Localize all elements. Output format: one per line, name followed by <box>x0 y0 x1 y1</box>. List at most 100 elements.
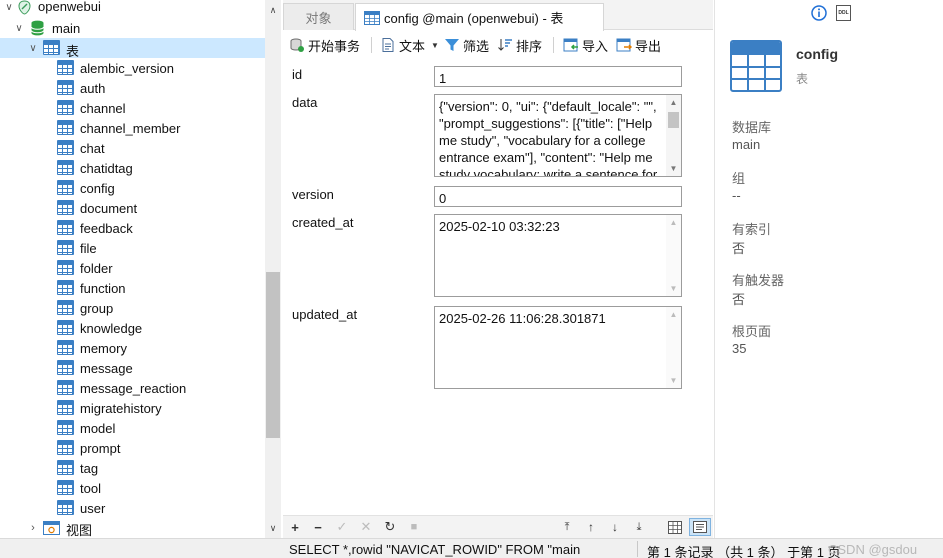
tree-table-item[interactable]: message_reaction <box>0 378 265 398</box>
tab-objects-label: 对象 <box>305 10 332 26</box>
document-icon <box>380 37 396 53</box>
data-field[interactable]: {"version": 0, "ui": {"default_locale": … <box>434 94 682 177</box>
tree-table-item[interactable]: tag <box>0 458 265 478</box>
version-value: 0 <box>439 191 447 206</box>
tree-table-item[interactable]: group <box>0 298 265 318</box>
first-record-icon[interactable]: ⤒ <box>559 519 575 535</box>
tree-table-item[interactable]: migratehistory <box>0 398 265 418</box>
form-view-icon[interactable] <box>689 518 711 536</box>
scroll-up-icon[interactable]: ▲ <box>666 216 681 229</box>
info-has-index-value: 否 <box>732 241 746 256</box>
dropdown-caret-icon[interactable]: ▼ <box>431 41 439 50</box>
begin-transaction-button[interactable]: 开始事务 <box>289 34 360 56</box>
stop-icon[interactable]: ■ <box>406 519 422 535</box>
tree-scrollbar-thumb[interactable] <box>266 272 280 438</box>
tree-table-item[interactable]: channel <box>0 98 265 118</box>
tree-scrollbar[interactable]: ∧ ∨ <box>265 0 281 538</box>
tree-table-item[interactable]: alembic_version <box>0 58 265 78</box>
text-view-button[interactable]: 文本 ▼ <box>380 34 439 56</box>
scroll-down-icon[interactable]: ▼ <box>666 162 681 175</box>
tree-table-item[interactable]: prompt <box>0 438 265 458</box>
id-field[interactable]: 1 <box>434 66 682 87</box>
tree-table-item[interactable]: user <box>0 498 265 518</box>
sort-icon <box>497 37 513 53</box>
grid-view-icon[interactable] <box>667 519 683 535</box>
record-editor: 对象 config @main (openwebui) - 表 开始事务 文本 … <box>283 0 713 538</box>
scroll-up-icon[interactable]: ▲ <box>666 308 681 321</box>
chevron-down-icon[interactable]: ∨ <box>3 1 15 13</box>
table-icon <box>57 220 74 235</box>
chevron-down-icon[interactable]: ∨ <box>27 42 39 54</box>
tab-config-table[interactable]: config @main (openwebui) - 表 <box>355 3 604 31</box>
tab-objects[interactable]: 对象 <box>283 3 354 30</box>
table-icon <box>57 500 74 515</box>
scroll-down-icon[interactable]: ▼ <box>666 282 681 295</box>
sort-button[interactable]: 排序 <box>497 34 542 56</box>
tree-table-item[interactable]: tool <box>0 478 265 498</box>
updated-at-scrollbar[interactable]: ▲ ▼ <box>666 307 681 388</box>
tree-table-item[interactable]: channel_member <box>0 118 265 138</box>
tree-table-item[interactable]: message <box>0 358 265 378</box>
scroll-down-icon[interactable]: ▼ <box>666 374 681 387</box>
begin-transaction-label: 开始事务 <box>308 38 361 54</box>
tree-table-label: message <box>80 361 133 376</box>
tree-views-group[interactable]: › 视图 <box>0 518 265 538</box>
info-database-value: main <box>732 137 761 152</box>
refresh-icon[interactable]: ↻ <box>382 519 398 535</box>
last-record-icon[interactable]: ⤓ <box>631 519 647 535</box>
tree-table-label: memory <box>80 341 127 356</box>
tree-table-item[interactable]: feedback <box>0 218 265 238</box>
tree-table-item[interactable]: file <box>0 238 265 258</box>
discard-changes-icon[interactable]: ✕ <box>358 519 374 535</box>
tree-table-item[interactable]: document <box>0 198 265 218</box>
tree-table-item[interactable]: config <box>0 178 265 198</box>
tab-config-label: config @main (openwebui) - 表 <box>384 11 564 26</box>
info-has-index-label: 有索引 <box>732 222 772 237</box>
tree-table-item[interactable]: memory <box>0 338 265 358</box>
created-at-field[interactable]: 2025-02-10 03:32:23 ▲ ▼ <box>434 214 682 297</box>
scroll-down-icon[interactable]: ∨ <box>265 520 281 536</box>
data-field-scrollbar-thumb[interactable] <box>668 112 679 128</box>
tree-table-item[interactable]: auth <box>0 78 265 98</box>
tree-table-label: knowledge <box>80 321 143 336</box>
chevron-right-icon[interactable]: › <box>27 522 39 534</box>
version-field[interactable]: 0 <box>434 186 682 207</box>
tables-group-icon <box>43 40 60 55</box>
import-button[interactable]: 导入 <box>563 34 608 56</box>
tree-database-main[interactable]: ∨ main <box>0 18 265 38</box>
tree-table-item[interactable]: chat <box>0 138 265 158</box>
tree-table-item[interactable]: folder <box>0 258 265 278</box>
export-button[interactable]: 导出 <box>616 34 661 56</box>
tree-table-item[interactable]: model <box>0 418 265 438</box>
ddl-icon[interactable]: DDL <box>836 5 851 21</box>
updated-at-field[interactable]: 2025-02-26 11:06:28.301871 ▲ ▼ <box>434 306 682 389</box>
tree-table-item[interactable]: function <box>0 278 265 298</box>
data-field-scrollbar[interactable]: ▲ ▼ <box>666 95 681 176</box>
tree-table-item[interactable]: chatidtag <box>0 158 265 178</box>
scroll-up-icon[interactable]: ▲ <box>666 96 681 109</box>
info-has-trigger-label: 有触发器 <box>732 273 785 288</box>
created-at-scrollbar[interactable]: ▲ ▼ <box>666 215 681 296</box>
apply-changes-icon[interactable]: ✓ <box>334 519 350 535</box>
tree-table-label: model <box>80 421 116 436</box>
add-record-icon[interactable]: + <box>287 519 303 535</box>
next-record-icon[interactable]: ↓ <box>607 519 623 535</box>
scroll-up-icon[interactable]: ∧ <box>265 2 281 18</box>
tab-bar: 对象 config @main (openwebui) - 表 <box>283 0 713 31</box>
status-sql: SELECT *,rowid "NAVICAT_ROWID" FROM "mai… <box>289 542 581 557</box>
tree-table-item[interactable]: knowledge <box>0 318 265 338</box>
info-icon[interactable] <box>811 5 827 21</box>
connection-icon <box>17 0 32 15</box>
delete-record-icon[interactable]: − <box>310 519 326 535</box>
tree-connection-openwebui[interactable]: ∨ openwebui <box>0 0 265 17</box>
record-navigation-bar: + − ✓ ✕ ↻ ■ ⤒ ↑ ↓ ⤓ <box>283 515 713 538</box>
tree-tables-group[interactable]: ∨ 表 <box>0 38 265 59</box>
id-value: 1 <box>439 71 447 86</box>
tree-table-label: migratehistory <box>80 401 162 416</box>
filter-button[interactable]: 筛选 <box>444 34 489 56</box>
field-label-data: data <box>292 95 318 110</box>
status-record-count: 第 1 条记录 （共 1 条） 于第 1 页 <box>647 545 841 558</box>
previous-record-icon[interactable]: ↑ <box>583 519 599 535</box>
tree-table-label: file <box>80 241 97 256</box>
chevron-down-icon[interactable]: ∨ <box>13 22 25 34</box>
